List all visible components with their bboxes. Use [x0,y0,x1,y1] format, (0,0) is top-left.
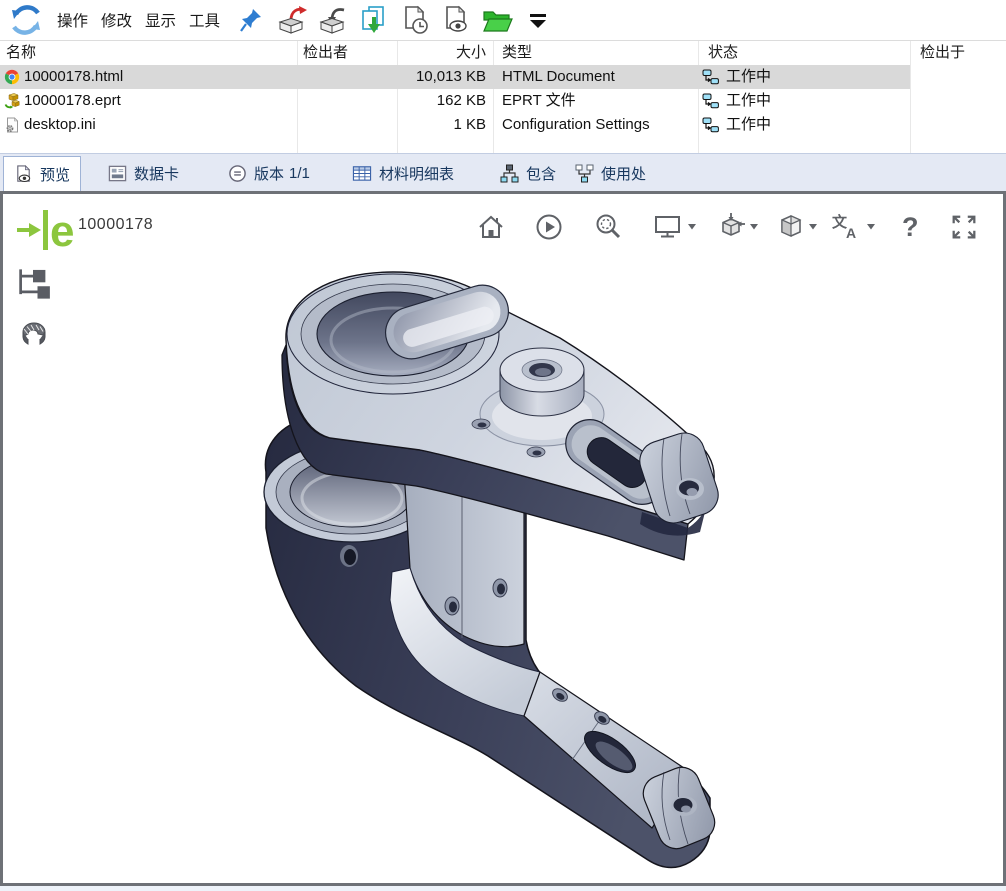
version-count: 1/1 [289,165,310,182]
workflow-state-icon [702,69,719,85]
panel-tabs: 预览 数据卡 版本 1/1 [0,153,1006,191]
workflow-state-icon [702,93,719,109]
column-header-checked-out-at[interactable]: 检出于 [920,41,965,65]
tab-bom[interactable]: 材料明细表 [352,154,454,192]
bom-table-icon [352,164,372,183]
zoom-fit-icon[interactable] [592,211,624,243]
file-list: 名称 检出者 大小 类型 状态 检出于 10000178.html 10,013… [0,41,1006,153]
file-name: 10000178.eprt [24,89,121,113]
preview-doc-eye-icon [14,165,33,184]
logo-letter: e [50,207,73,252]
file-type: Configuration Settings [502,113,650,137]
help-glyph: ? [902,212,919,242]
edrawings-part-icon [4,93,20,109]
display-options-icon[interactable] [652,211,684,243]
preview-file-icon[interactable] [439,4,473,36]
tab-contains[interactable]: 包含 [500,154,556,192]
table-row[interactable]: 10000178.html 10,013 KB HTML Document 工作… [0,65,1006,89]
cad-part-model [264,272,723,868]
open-folder-icon[interactable] [480,4,514,36]
file-size: 10,013 KB [392,65,486,89]
tab-label: 使用处 [601,163,646,184]
tab-where-used[interactable]: 使用处 [575,154,646,192]
tab-label: 材料明细表 [379,163,454,184]
components-tree-icon[interactable] [15,266,51,307]
tab-label: 预览 [40,164,70,185]
file-type: HTML Document [502,65,615,89]
tab-label: 包含 [526,163,556,184]
column-header-type[interactable]: 类型 [502,41,532,65]
view-orientation-caret[interactable] [809,224,817,230]
file-size: 1 KB [392,113,486,137]
part-name: 10000178 [78,216,153,234]
pdm-file-viewer-window: 操作 修改 显示 工具 [0,0,1006,891]
language-caret[interactable] [867,224,875,230]
more-actions-icon[interactable] [521,4,555,36]
tab-label: 版本 [254,163,284,184]
cad-part-viewport[interactable] [255,258,731,880]
check-in-icon[interactable] [316,4,350,36]
table-row[interactable]: desktop.ini 1 KB Configuration Settings … [0,113,1006,137]
check-out-icon[interactable] [275,4,309,36]
column-header-name[interactable]: 名称 [6,41,36,65]
section-view-icon[interactable] [15,318,51,359]
edrawings-logo: e [15,206,73,252]
pin-icon[interactable] [234,4,268,36]
window-bottom-edge [0,886,1006,891]
ini-settings-icon [4,117,20,133]
chrome-html-icon [4,69,20,85]
home-icon[interactable] [475,211,507,243]
file-status: 工作中 [726,65,771,89]
language-icon[interactable]: 文 A [831,211,863,243]
get-version-icon[interactable] [398,4,432,36]
lang-glyph-secondary: A [846,225,856,241]
workflow-state-icon [702,117,719,133]
file-status: 工作中 [726,89,771,113]
tab-preview[interactable]: 预览 [3,156,81,192]
help-icon[interactable]: ? [893,211,925,243]
table-row[interactable]: 10000178.eprt 162 KB EPRT 文件 工作中 [0,89,1006,113]
tab-version[interactable]: 版本 1/1 [228,154,310,192]
file-status: 工作中 [726,113,771,137]
display-options-caret[interactable] [688,224,696,230]
view-orientation-icon[interactable] [775,211,807,243]
main-toolbar: 操作 修改 显示 工具 [0,0,1006,41]
menu-actions[interactable]: 操作 [57,9,88,31]
file-name: 10000178.html [24,65,123,89]
tab-data-card[interactable]: 数据卡 [108,154,179,192]
data-card-icon [108,164,127,183]
rotate-3d-caret[interactable] [750,224,758,230]
column-header-size[interactable]: 大小 [402,41,486,65]
menu-tools[interactable]: 工具 [189,9,220,31]
get-latest-version-icon[interactable] [357,4,391,36]
where-used-hierarchy-icon [575,164,594,183]
menu-modify[interactable]: 修改 [101,9,132,31]
column-header-status[interactable]: 状态 [708,41,738,65]
pdm-logo-icon[interactable] [8,2,44,38]
file-name: desktop.ini [24,113,96,137]
fullscreen-icon[interactable] [948,211,980,243]
tab-label: 数据卡 [134,163,179,184]
rotate-3d-icon[interactable] [715,211,747,243]
edrawings-preview-panel: e 10000178 [0,191,1006,886]
file-size: 162 KB [392,89,486,113]
contains-hierarchy-icon [500,164,519,183]
play-icon[interactable] [533,211,565,243]
version-circle-icon [228,164,247,183]
file-type: EPRT 文件 [502,89,576,113]
menu-display[interactable]: 显示 [145,9,176,31]
column-header-checked-out-by[interactable]: 检出者 [303,41,348,65]
